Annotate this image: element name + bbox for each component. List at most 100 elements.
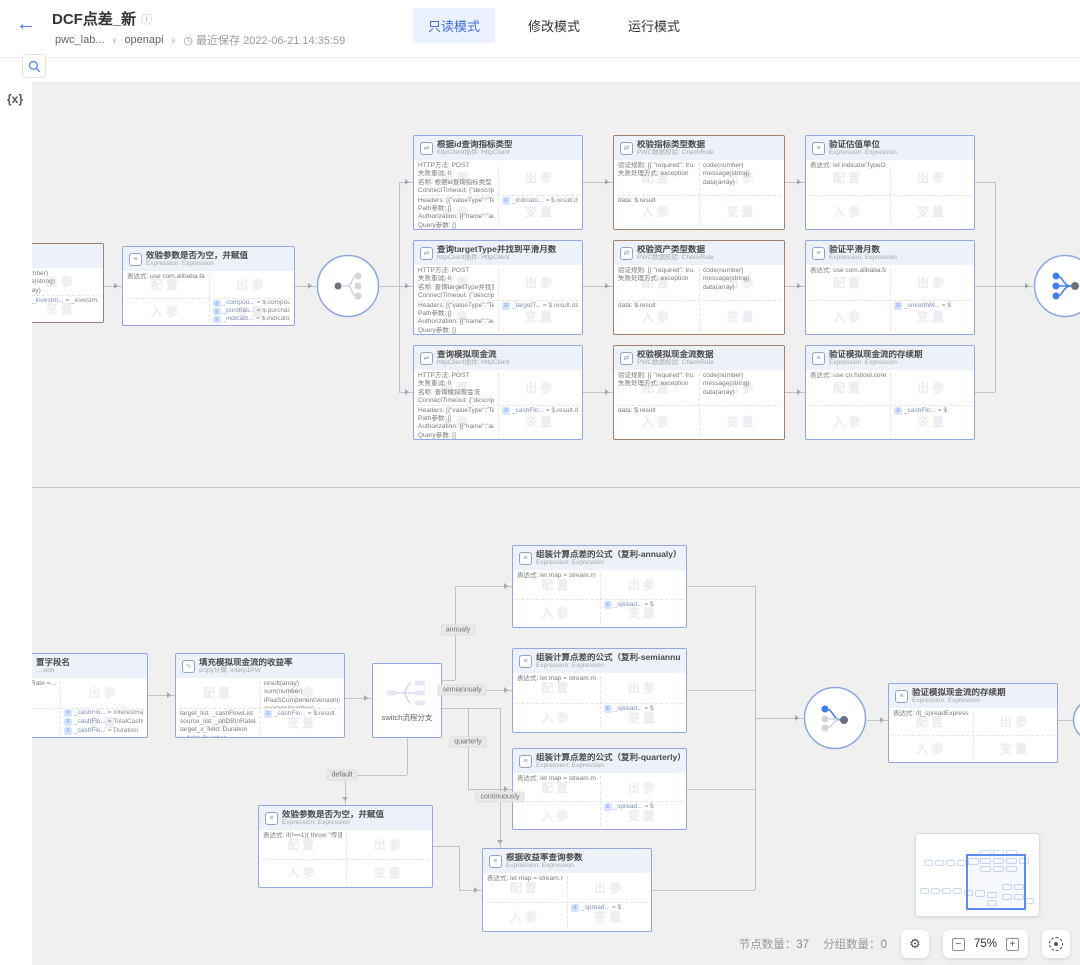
edge-arrow-icon [474,887,481,893]
node-config-lines: HTTP方法: POST失败重试: 0名称: 查询targetType并找到平滑… [414,265,498,300]
node-output-lines [567,873,651,902]
zoom-out-button[interactable]: − [952,938,965,951]
node-expr-validate-smooth-months[interactable]: ≡验证平滑月数Expression: Expression配置出参入参变量表达式… [805,240,975,335]
node-body: 配置出参入参变量验证规则: [{ "required": tru...失败处理方… [614,160,784,229]
node-expr-check-params-bottom[interactable]: ≡效验参数是否为空，并赋值Expression: Expression配置出参入… [258,805,433,888]
workspace-select[interactable]: pwc_lab... [55,34,105,46]
node-header: ⇌查询模拟现金流httpClient插件: HttpClient [414,346,582,370]
node-expr-formula-annualy[interactable]: ≡组装计算点差的公式（复利-annualy）Expression: Expres… [512,545,687,628]
node-input-lines [806,405,890,440]
connector-merge-top[interactable] [1033,254,1080,318]
variable-tag: ≡_cashFlo...= Duration [64,727,143,735]
node-subtitle: Expression: Expression [146,260,248,267]
status-bar: 节点数量：37 分组数量：0 ⚙ − 75% + [739,927,1070,961]
node-titles: 根据收益率查询参数Expression: Expression [506,853,583,870]
minimap[interactable] [915,833,1040,917]
node-check-cut-left[interactable]: ⇄配置出参入参变量...umber)...ge(string)...rray)≡… [32,243,104,323]
node-expr-validate-duration-bottom[interactable]: ≡验证模拟现金流的存续期Expression: Expression配置出参入参… [888,683,1058,763]
minimap-node [920,888,929,894]
tab-modify[interactable]: 修改模式 [513,8,595,43]
node-config-lines: 表达式: let map = stream.map()... [513,773,600,801]
variable-name: _spread... [581,904,610,912]
node-title: 验证估值单位 [829,140,897,150]
variable-value: = $.indicatorT... [256,316,290,323]
edge-arrow-icon [797,179,804,185]
node-check-cashflow[interactable]: ⇄校验模拟现金流数据PWC数据校验: CheckRule配置出参入参变量验证规则… [613,345,785,440]
node-set-field-cut[interactable]: ≡置字段名…sion配置出参入参变量Rate =...≡_cashFlo...=… [32,653,148,738]
minimap-node [942,888,951,894]
edge-label-quarterly: quarterly [449,737,486,748]
variable-tag: ≡_spread...= $ [604,803,683,811]
node-output-lines [60,678,147,708]
info-icon[interactable]: ⓘ [141,11,152,27]
node-output-lines: ...umber)...ge(string)...rray) [32,268,103,295]
edge-label-semiannualy: semiannualy [437,685,486,696]
connector-merge-bottom[interactable] [803,686,867,750]
node-subtitle: Expression: Expression [829,254,897,261]
minimap-viewport[interactable] [966,854,1026,910]
zoom-in-button[interactable]: + [1006,938,1019,951]
node-title: switch流程分支 [382,712,433,723]
node-title: 根据收益率查询参数 [506,853,583,863]
node-input-lines [123,298,209,325]
variable-value: = InterestRate [108,710,143,718]
settings-button[interactable]: ⚙ [901,930,929,958]
node-subtitle: scipy计算: interp1PW [199,667,293,674]
node-expr-formula-semiannualy[interactable]: ≡组装计算点差的公式（复利-semiannualy）Expression: Ex… [512,648,687,733]
api-select[interactable]: openapi [124,34,163,46]
variable-name: _spread... [614,705,643,713]
variable-name: _cashFlo... [274,710,306,718]
node-config-lines: 验证规则: [{ "required": tru...失败处理方式: excep… [614,265,699,300]
variable-icon: ≡ [213,316,221,323]
node-body: 配置出参入参变量验证规则: [{ "required": tru...失败处理方… [614,370,784,439]
connector-circle-right-clipped[interactable] [1072,698,1080,742]
node-title: 校验指标类型数据 [637,140,714,150]
node-http-query-indicator-type[interactable]: ⇌根据id查询指标类型httpClient插件: HttpClient配置出参入… [413,135,583,230]
node-header: ⇄校验资产类型数据PWC数据校验: CheckRule [614,241,784,265]
variable-icon: ≡ [894,407,902,415]
node-expr-validate-duration-top[interactable]: ≡验证模拟现金流的存续期Expression: Expression配置出参入参… [805,345,975,440]
back-button[interactable]: ← [16,14,36,34]
node-expr-formula-quarterly[interactable]: ≡组装计算点差的公式（复利-quarterly）Expression: Expr… [512,748,687,830]
node-http-query-cashflow[interactable]: ⇌查询模拟现金流httpClient插件: HttpClient配置出参入参变量… [413,345,583,440]
node-subtitle: httpClient插件: HttpClient [437,149,513,156]
node-http-query-targettype[interactable]: ⇌查询targetType并找到平滑月数httpClient插件: HttpCl… [413,240,583,335]
edge-arrow-icon [405,179,412,185]
edge-line [975,392,995,393]
node-expr-validate-unit[interactable]: ≡验证估值单位Expression: Expression配置出参入参变量表达式… [805,135,975,230]
variable-icon: ≡ [64,710,72,718]
edge-line [442,708,500,709]
edge-arrow-icon [605,179,612,185]
tab-run[interactable]: 运行模式 [613,8,695,43]
node-header: ≡验证估值单位Expression: Expression [806,136,974,160]
tab-readonly[interactable]: 只读模式 [413,8,495,43]
variables-panel-toggle[interactable]: {x} [7,92,23,106]
node-expr-check-params-top[interactable]: ≡效验参数是否为空，并赋值Expression: Expression配置出参入… [122,246,295,326]
variable-name: _compou... [223,300,255,307]
node-variable-tags: ≡_targetT...= $.result.data [498,300,582,335]
node-titles: 效验参数是否为空，并赋值Expression: Expression [146,251,248,268]
node-switch-branch[interactable]: switch流程分支 [372,663,442,738]
page-title: DCF点差_新 [52,8,136,29]
node-title: 校验资产类型数据 [637,245,714,255]
edge-arrow-icon [504,583,511,589]
node-body: 配置出参入参变量表达式: if(!==1){ throw "传递的... [259,830,432,887]
search-button[interactable] [22,54,46,78]
node-titles: 验证模拟现金流的存续期Expression: Expression [829,350,923,367]
node-type-icon: ≡ [812,352,825,365]
node-expr-query-params-by-yield[interactable]: ≡根据收益率查询参数Expression: Expression配置出参入参变量… [482,848,652,932]
node-input-lines: data: $.result [614,300,699,335]
node-check-asset-type[interactable]: ⇄校验资产类型数据PWC数据校验: CheckRule配置出参入参变量验证规则:… [613,240,785,335]
node-type-icon: ⇌ [420,247,433,260]
switch-diagram-icon [385,678,429,708]
node-config-lines: 验证规则: [{ "required": tru...失败处理方式: excep… [614,160,699,195]
node-check-indicator-type[interactable]: ⇄校验指标类型数据PWC数据校验: CheckRule配置出参入参变量验证规则:… [613,135,785,230]
fit-view-button[interactable] [1042,930,1070,958]
variable-tag: ≡_spread...= $ [571,904,647,912]
node-scipy-fill-yield[interactable]: ∿填充模拟现金流的收益率scipy计算: interp1PW配置出参入参变量re… [175,653,345,738]
edge-arrow-icon [1025,283,1032,289]
variable-value: = TotalCashF... [108,718,143,726]
connector-fork-top[interactable] [316,254,380,318]
node-header: ≡组装计算点差的公式（复利-semiannualy）Expression: Ex… [513,649,686,673]
node-body: 配置出参入参变量表达式: let map = stream.map()...≡_… [513,570,686,627]
